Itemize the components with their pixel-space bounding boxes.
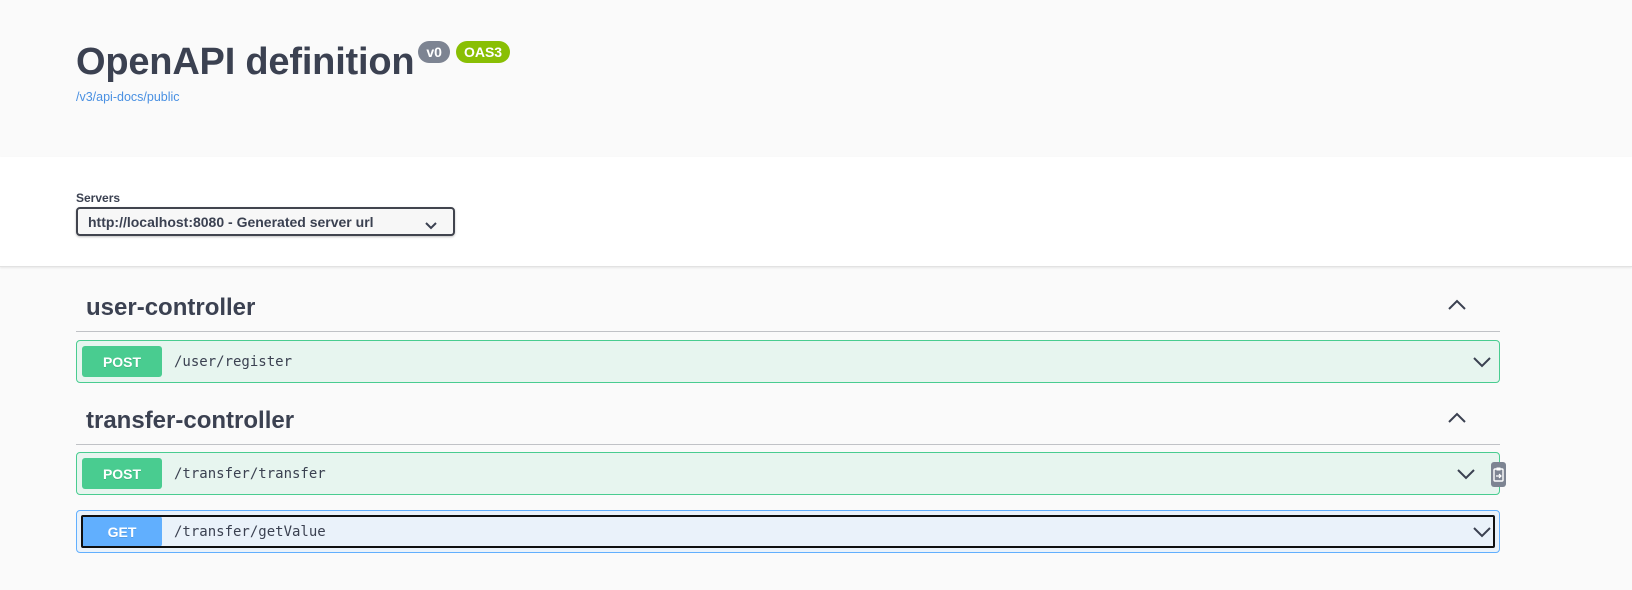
servers-label: Servers [76, 191, 121, 205]
method-badge: GET [82, 516, 162, 547]
chevron-down-icon [425, 217, 437, 233]
method-badge: POST [82, 458, 162, 489]
server-select[interactable]: http://localhost:8080 - Generated server… [76, 207, 455, 236]
tag-title: transfer-controller [86, 407, 295, 434]
chevron-down-icon[interactable] [1473, 525, 1491, 543]
chevron-up-icon[interactable] [1448, 411, 1466, 429]
operation-path: /transfer/transfer [174, 465, 326, 482]
operation-path: /transfer/getValue [174, 523, 326, 540]
chevron-down-icon[interactable] [1457, 467, 1475, 485]
chevron-down-icon[interactable] [1473, 355, 1491, 373]
tag-title: user-controller [86, 294, 256, 321]
version-badge: v0 [418, 41, 450, 63]
title-row: OpenAPI definition v0 OAS3 [76, 38, 511, 86]
method-badge: POST [82, 346, 162, 377]
server-select-value: http://localhost:8080 - Generated server… [88, 213, 374, 230]
api-info-header: OpenAPI definition v0 OAS3 /v3/api-docs/… [0, 0, 1632, 157]
operation-get-transfer-getvalue[interactable]: GET /transfer/getValue [76, 510, 1500, 553]
tag-section-transfer-controller[interactable]: transfer-controller [76, 397, 1500, 445]
spec-url-link[interactable]: /v3/api-docs/public [76, 90, 180, 104]
copy-to-clipboard-button[interactable] [1491, 462, 1506, 487]
operation-path: /user/register [174, 353, 293, 370]
servers-section: Servers http://localhost:8080 - Generate… [0, 157, 1632, 267]
operation-post-transfer-transfer[interactable]: POST /transfer/transfer [76, 452, 1506, 495]
clipboard-icon [1493, 467, 1504, 482]
api-title: OpenAPI definition [76, 41, 415, 83]
operation-post-user-register[interactable]: POST /user/register [76, 340, 1500, 383]
oas-badge: OAS3 [455, 41, 511, 63]
tag-section-user-controller[interactable]: user-controller [76, 284, 1500, 332]
chevron-up-icon[interactable] [1448, 298, 1466, 316]
